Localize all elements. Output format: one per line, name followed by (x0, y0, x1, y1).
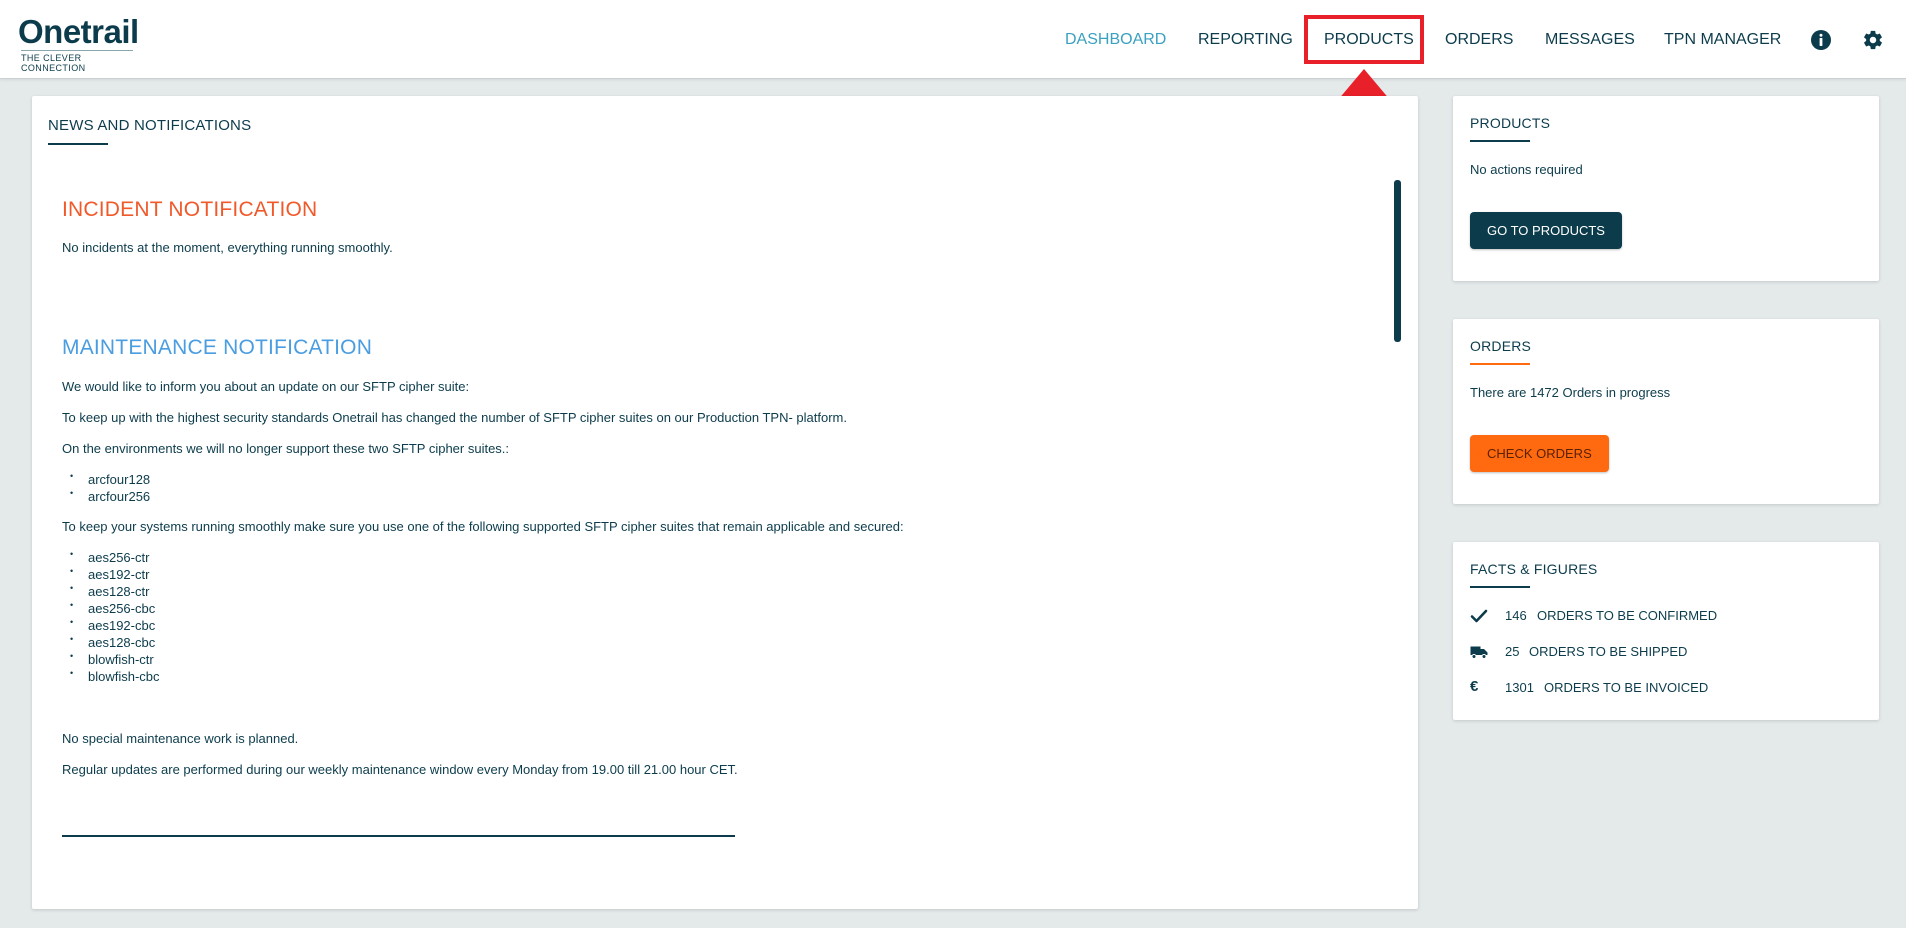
list-item: aes192-ctr (62, 563, 160, 583)
fact-count: 1301 (1505, 680, 1534, 695)
fact-label: ORDERS TO BE CONFIRMED (1537, 608, 1718, 623)
incident-title: INCIDENT NOTIFICATION (62, 198, 318, 221)
logo-name: Onetrail (18, 13, 139, 50)
list-item: blowfish-ctr (62, 648, 160, 668)
check-orders-button[interactable]: CHECK ORDERS (1470, 435, 1609, 472)
incident-text: No incidents at the moment, everything r… (62, 240, 393, 255)
list-item: blowfish-cbc (62, 665, 160, 685)
top-header: Onetrail THE CLEVER CONNECTION DASHBOARD… (0, 0, 1906, 79)
list-item: aes256-ctr (62, 546, 160, 566)
news-scrollbar[interactable] (1394, 180, 1401, 342)
list-item: aes128-ctr (62, 580, 160, 600)
orders-heading-underline (1470, 363, 1530, 365)
orders-card-text: There are 1472 Orders in progress (1470, 385, 1671, 400)
facts-card-heading: FACTS & FIGURES (1470, 561, 1598, 577)
divider (62, 835, 735, 837)
supported-cipher-list: aes256-ctr aes192-ctr aes128-ctr aes256-… (62, 546, 160, 685)
check-icon (1470, 609, 1488, 623)
news-heading-underline (48, 143, 108, 145)
maintenance-paragraph: Regular updates are performed during our… (62, 762, 738, 777)
maintenance-title: MAINTENANCE NOTIFICATION (62, 336, 373, 359)
nav-dashboard[interactable]: DASHBOARD (1065, 26, 1166, 54)
orders-card: ORDERS There are 1472 Orders in progress… (1453, 319, 1879, 504)
products-card: PRODUCTS No actions required GO TO PRODU… (1453, 96, 1879, 281)
products-card-text: No actions required (1470, 162, 1583, 177)
euro-icon: € (1470, 678, 1479, 695)
maintenance-paragraph: To keep your systems running smoothly ma… (62, 519, 904, 534)
go-to-products-button[interactable]: GO TO PRODUCTS (1470, 212, 1622, 249)
facts-figures-card: FACTS & FIGURES 146 ORDERS TO BE CONFIRM… (1453, 542, 1879, 720)
news-heading: NEWS AND NOTIFICATIONS (48, 117, 252, 134)
maintenance-paragraph: No special maintenance work is planned. (62, 731, 299, 746)
fact-label: ORDERS TO BE SHIPPED (1529, 644, 1688, 659)
unsupported-cipher-list: arcfour128 arcfour256 (62, 468, 150, 505)
gear-icon[interactable] (1862, 29, 1884, 51)
list-item: arcfour128 (62, 468, 150, 488)
list-item: arcfour256 (62, 485, 150, 505)
products-card-heading: PRODUCTS (1470, 115, 1551, 131)
fact-count: 146 (1505, 608, 1527, 623)
info-icon[interactable] (1810, 29, 1832, 51)
list-item: aes192-cbc (62, 614, 160, 634)
truck-icon (1470, 646, 1488, 659)
news-card: NEWS AND NOTIFICATIONS INCIDENT NOTIFICA… (32, 96, 1418, 909)
products-highlight-box (1304, 15, 1424, 64)
products-heading-underline (1470, 140, 1530, 142)
nav-orders[interactable]: ORDERS (1445, 26, 1513, 54)
nav-reporting[interactable]: REPORTING (1198, 26, 1293, 54)
maintenance-paragraph: To keep up with the highest security sta… (62, 410, 847, 425)
list-item: aes128-cbc (62, 631, 160, 651)
maintenance-intro: We would like to inform you about an upd… (62, 379, 470, 394)
fact-label: ORDERS TO BE INVOICED (1544, 680, 1709, 695)
onetrail-logo[interactable]: Onetrail THE CLEVER CONNECTION (18, 13, 139, 74)
facts-heading-underline (1470, 586, 1530, 588)
fact-count: 25 (1505, 644, 1520, 659)
orders-card-heading: ORDERS (1470, 338, 1532, 354)
list-item: aes256-cbc (62, 597, 160, 617)
maintenance-paragraph: On the environments we will no longer su… (62, 441, 510, 456)
logo-tagline: THE CLEVER CONNECTION (21, 50, 133, 73)
nav-messages[interactable]: MESSAGES (1545, 26, 1635, 54)
nav-tpn-manager[interactable]: TPN MANAGER (1664, 26, 1781, 54)
